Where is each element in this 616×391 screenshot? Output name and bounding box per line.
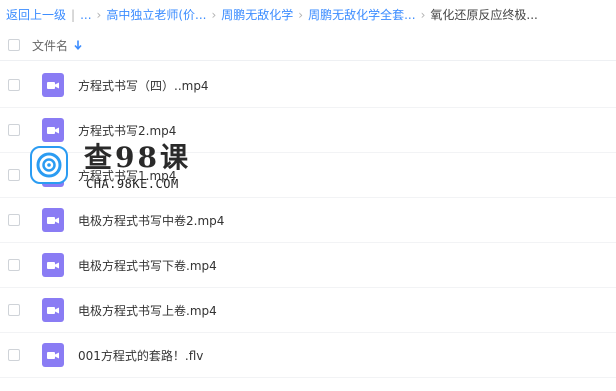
breadcrumb-item-chemistry[interactable]: 周鹏无敌化学 [221, 5, 293, 25]
file-name[interactable]: 电极方程式书写下卷.mp4 [78, 257, 217, 274]
file-checkbox[interactable] [8, 124, 20, 136]
file-row[interactable]: 方程式书写（四）..mp4 [0, 63, 616, 108]
file-row[interactable]: 001方程式的套路！.flv [0, 333, 616, 378]
file-name[interactable]: 电极方程式书写中卷2.mp4 [78, 212, 224, 229]
file-name[interactable]: 001方程式的套路！.flv [78, 347, 203, 364]
file-checkbox[interactable] [8, 79, 20, 91]
video-file-icon [42, 298, 64, 322]
select-all-checkbox[interactable] [8, 39, 20, 51]
file-checkbox[interactable] [8, 169, 20, 181]
breadcrumb-item-full-set[interactable]: 周鹏无敌化学全套... [308, 5, 415, 25]
file-name[interactable]: 电极方程式书写上卷.mp4 [78, 302, 217, 319]
file-list-header: 文件名 [0, 30, 616, 60]
breadcrumb-separator: | [71, 8, 76, 22]
file-checkbox[interactable] [8, 349, 20, 361]
breadcrumb: 返回上一级 | ... › 高中独立老师(价... › 周鹏无敌化学 › 周鹏无… [6, 5, 616, 25]
video-file-icon [42, 73, 64, 97]
breadcrumb-separator: › [96, 8, 102, 22]
file-row[interactable]: 电极方程式书写上卷.mp4 [0, 288, 616, 333]
file-checkbox[interactable] [8, 259, 20, 271]
breadcrumb-item-teacher[interactable]: 高中独立老师(价... [106, 5, 206, 25]
header-divider [0, 60, 616, 61]
breadcrumb-separator: › [420, 8, 426, 22]
video-file-icon [42, 253, 64, 277]
video-file-icon [42, 343, 64, 367]
file-checkbox[interactable] [8, 214, 20, 226]
watermark: 查98课 CHA.98KE.COM [30, 140, 200, 200]
breadcrumb-ellipsis[interactable]: ... [80, 5, 91, 25]
file-name[interactable]: 方程式书写（四）..mp4 [78, 77, 209, 94]
breadcrumb-separator: › [211, 8, 217, 22]
watermark-subtitle: CHA.98KE.COM [86, 177, 179, 191]
column-header-filename[interactable]: 文件名 [32, 37, 68, 54]
watermark-title: 查98课 [84, 141, 191, 174]
video-file-icon [42, 208, 64, 232]
watermark-logo-icon [30, 146, 68, 184]
file-row[interactable]: 电极方程式书写中卷2.mp4 [0, 198, 616, 243]
arrow-down-icon[interactable] [74, 40, 82, 50]
file-checkbox[interactable] [8, 304, 20, 316]
breadcrumb-separator: › [298, 8, 304, 22]
file-row[interactable]: 电极方程式书写下卷.mp4 [0, 243, 616, 288]
back-link[interactable]: 返回上一级 [6, 5, 66, 25]
video-file-icon [42, 118, 64, 142]
file-name[interactable]: 方程式书写2.mp4 [78, 122, 176, 139]
breadcrumb-current-folder: 氧化还原反应终极... [430, 8, 538, 22]
